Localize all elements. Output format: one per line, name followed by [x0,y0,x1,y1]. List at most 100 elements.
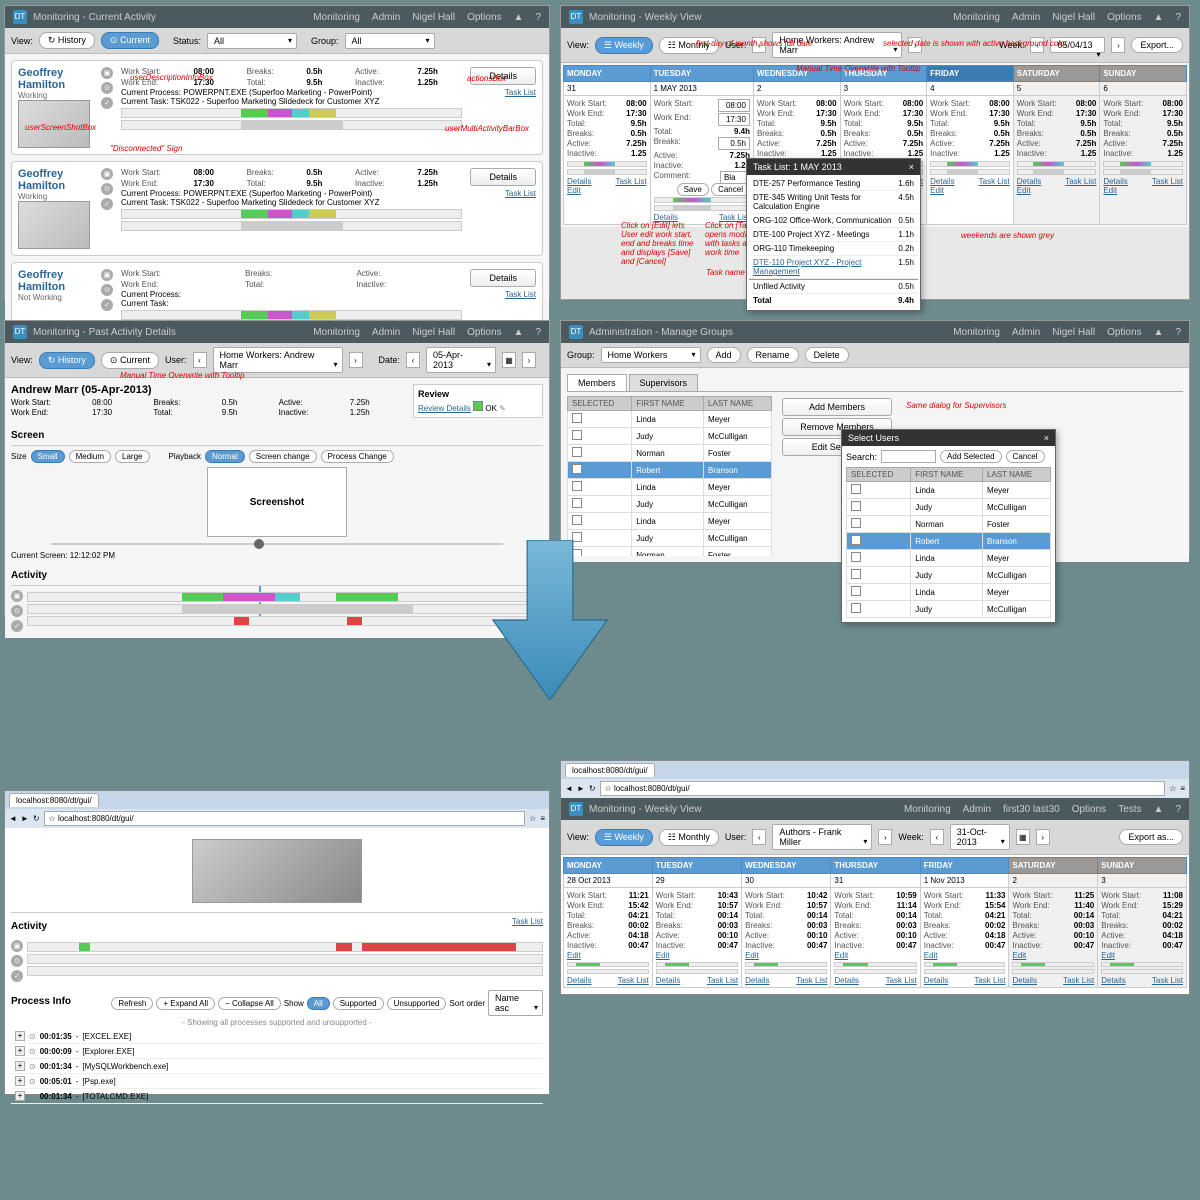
menu-options[interactable]: Options [1107,12,1141,23]
details-link[interactable]: Details [1012,976,1036,985]
menu-monitoring[interactable]: Monitoring [953,12,1000,23]
export-button[interactable]: Export as... [1119,829,1183,845]
we-input[interactable] [718,113,750,126]
table-row[interactable]: NormanFoster [568,445,772,462]
tab-members[interactable]: Members [567,374,627,391]
row-checkbox[interactable] [572,413,582,423]
scrubber-handle[interactable] [254,539,264,549]
date-next[interactable]: › [522,352,536,368]
row-checkbox[interactable] [572,498,582,508]
notif-icon[interactable]: ▲ [1154,804,1164,815]
help-icon[interactable]: ? [535,12,541,23]
edit-link[interactable]: Edit [930,186,944,195]
table-row[interactable]: JudyMcCulligan [568,496,772,513]
process-row[interactable]: +⊙00:01:34 - [TOTALCMD.EXE] [11,1089,543,1104]
export-button[interactable]: Export... [1131,37,1183,53]
expand-button[interactable]: + Expand All [156,997,215,1010]
row-checkbox[interactable] [851,518,861,528]
show-unsupported[interactable]: Unsupported [387,997,447,1010]
add-button[interactable]: Add [707,347,741,363]
expand-icon[interactable]: + [15,1061,25,1071]
rename-button[interactable]: Rename [747,347,799,363]
details-link[interactable]: Details [1017,177,1041,186]
reload-icon[interactable]: ↻ [589,784,596,793]
add-members-button[interactable]: Add Members [782,398,892,416]
ws-input[interactable] [718,99,750,112]
details-link[interactable]: Details [924,976,948,985]
menu-admin[interactable]: Admin [372,327,400,338]
tasklist-link[interactable]: Task List [886,976,917,985]
notif-icon[interactable]: ▲ [1154,12,1164,23]
tasklist-link[interactable]: Task List [1152,177,1183,186]
row-checkbox[interactable] [851,484,861,494]
details-link[interactable]: Details [567,177,591,186]
notif-icon[interactable]: ▲ [1154,327,1164,338]
pb-process[interactable]: Process Change [321,450,394,463]
save-button[interactable]: Save [677,183,709,196]
details-link[interactable]: Details [567,976,591,985]
help-icon[interactable]: ? [1175,327,1181,338]
screenshot-thumb[interactable] [18,201,90,249]
week-date[interactable]: 31-Oct-2013 [950,824,1010,850]
star-icon[interactable]: ☆ [529,814,536,823]
reload-icon[interactable]: ↻ [33,814,40,823]
row-checkbox[interactable] [572,447,582,457]
ok-check[interactable] [473,401,483,411]
close-icon[interactable]: × [1044,433,1049,443]
cal-icon[interactable]: ▦ [502,352,516,368]
pb-normal[interactable]: Normal [205,450,245,463]
row-checkbox[interactable] [851,603,861,613]
menu-options[interactable]: Options [467,327,501,338]
table-row[interactable]: JudyMcCulligan [847,567,1051,584]
tasklist-link[interactable]: Task List [505,189,536,198]
menu-monitoring[interactable]: Monitoring [313,327,360,338]
size-small[interactable]: Small [31,450,65,463]
edit-link[interactable]: Edit [567,186,581,195]
table-row[interactable]: JudyMcCulligan [847,601,1051,618]
details-link[interactable]: Details [930,177,954,186]
group-select[interactable]: Home Workers [601,347,701,363]
cancel-button[interactable]: Cancel [711,183,750,196]
address-bar[interactable]: ☆ localhost:8080/dt/gui/ [44,811,526,826]
tasklist-link[interactable]: Task List [974,976,1005,985]
tasklist-link[interactable]: Task List [1063,976,1094,985]
show-all[interactable]: All [307,997,330,1010]
table-row[interactable]: LindaMeyer [847,482,1051,499]
row-checkbox[interactable] [851,586,861,596]
user-next[interactable]: › [878,829,892,845]
menu-icon[interactable]: ≡ [540,814,545,823]
edit-link[interactable]: Edit [1101,951,1115,960]
row-checkbox[interactable] [851,501,861,511]
details-link[interactable]: Details [656,976,680,985]
tab-supervisors[interactable]: Supervisors [629,374,699,391]
details-link[interactable]: Details [834,976,858,985]
menu-user[interactable]: Nigel Hall [1052,12,1095,23]
date-prev[interactable]: ‹ [406,352,420,368]
menu-admin[interactable]: Admin [1012,12,1040,23]
table-row[interactable]: LindaMeyer [568,513,772,530]
size-medium[interactable]: Medium [69,450,111,463]
add-selected-button[interactable]: Add Selected [940,450,1002,463]
tasklist-link[interactable]: Task List [1065,177,1096,186]
menu-icon[interactable]: ≡ [1180,784,1185,793]
process-row[interactable]: +⊙00:01:34 - [MySQLWorkbench.exe] [11,1059,543,1074]
review-details-link[interactable]: Review Details [418,404,471,413]
edit-link[interactable]: Edit [834,951,848,960]
menu-monitoring[interactable]: Monitoring [313,12,360,23]
tasklist-link[interactable]: Task List [618,976,649,985]
table-row[interactable]: LindaMeyer [847,584,1051,601]
help-icon[interactable]: ? [1175,12,1181,23]
expand-icon[interactable]: + [15,1091,25,1101]
cal-icon[interactable]: ▦ [1016,829,1030,845]
menu-user[interactable]: Nigel Hall [412,12,455,23]
row-checkbox[interactable] [851,569,861,579]
process-row[interactable]: +⊙00:00:09 - [Explorer.EXE] [11,1044,543,1059]
user-select[interactable]: Authors - Frank Miller [772,824,872,850]
week-next[interactable]: › [1036,829,1050,845]
address-bar[interactable]: ☆ localhost:8080/dt/gui/ [600,781,1166,796]
size-large[interactable]: Large [115,450,149,463]
tasklist-link[interactable]: Task List [505,88,536,97]
help-icon[interactable]: ? [535,327,541,338]
row-checkbox[interactable] [572,515,582,525]
tasklist-link[interactable]: Task List [979,177,1010,186]
